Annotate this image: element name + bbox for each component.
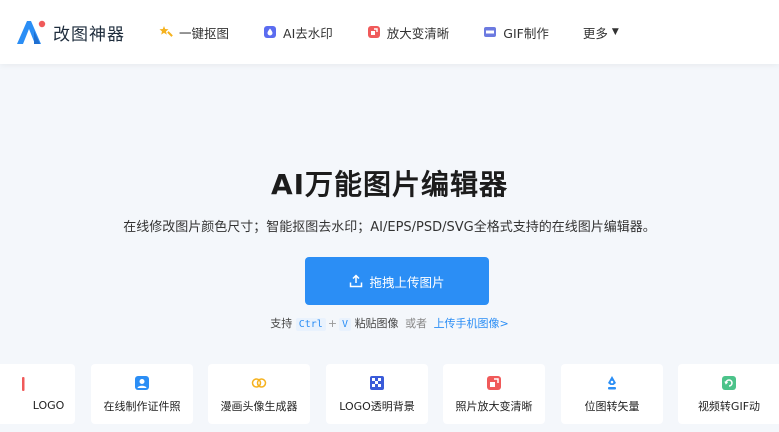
- caret-down-icon: ▼: [611, 27, 619, 37]
- id-photo-icon: [134, 375, 150, 391]
- hint-or: 或者: [405, 317, 428, 330]
- nav-item-label: 放大变清晰: [386, 25, 450, 41]
- paste-hint: 支持 Ctrl + V 粘贴图像 或者 上传手机图像>: [0, 315, 779, 331]
- tool-card-id-photo[interactable]: 在线制作证件照: [91, 364, 193, 424]
- hint-paste: 粘贴图像: [354, 317, 399, 330]
- cartoon-avatar-icon: [251, 375, 267, 391]
- nav-item-watermark[interactable]: AI去水印: [263, 23, 333, 42]
- nav-more-dropdown[interactable]: 更多 ▼: [583, 23, 619, 42]
- tool-card-video-gif[interactable]: 视频转GIF动: [678, 364, 779, 424]
- video-gif-icon: [721, 375, 737, 391]
- tool-card-label: 照片放大变清晰: [455, 399, 533, 413]
- upload-icon: [349, 274, 363, 288]
- tool-card-logo[interactable]: LOGO: [0, 364, 75, 424]
- upload-mobile-link[interactable]: 上传手机图像>: [434, 317, 509, 330]
- hint-plus: +: [327, 317, 338, 330]
- nav-item-label: AI去水印: [283, 25, 333, 41]
- enhance-icon: [367, 25, 381, 39]
- gif-icon: [483, 25, 497, 39]
- nav-item-label: GIF制作: [503, 25, 549, 41]
- hero-subtitle: 在线修改图片颜色尺寸；智能抠图去水印；AI/EPS/PSD/SVG全格式支持的在…: [123, 220, 656, 235]
- tool-card-label: 视频转GIF动: [697, 399, 761, 413]
- enhance-icon: [486, 375, 502, 391]
- upload-button-label: 拖拽上传图片: [369, 274, 445, 290]
- top-header: 改图神器 一键抠图 AI去水印 放大变清晰 GIF制作 更多 ▼: [0, 0, 779, 64]
- tool-cards: LOGO 在线制作证件照 漫画头像生成器 LOGO透明背景 照片放大变清晰 位图…: [0, 364, 779, 424]
- magic-wand-icon: [159, 25, 173, 39]
- hero-title: AI万能图片编辑器: [270, 168, 509, 201]
- transparent-bg-icon: [369, 375, 385, 391]
- nav-item-cutout[interactable]: 一键抠图: [159, 23, 229, 42]
- hint-prefix: 支持: [270, 317, 293, 330]
- tool-card-transparent-logo[interactable]: LOGO透明背景: [326, 364, 428, 424]
- logo-icon: [15, 376, 31, 392]
- tool-card-label: LOGO: [32, 399, 65, 412]
- tool-card-label: LOGO透明背景: [339, 399, 415, 413]
- brand-logo[interactable]: 改图神器: [15, 18, 125, 46]
- kbd-v: V: [339, 318, 352, 331]
- nav-item-label: 一键抠图: [179, 25, 230, 41]
- vector-pen-icon: [604, 375, 620, 391]
- tool-card-label: 漫画头像生成器: [220, 399, 298, 413]
- upload-image-button[interactable]: 拖拽上传图片: [305, 257, 489, 305]
- tool-card-label: 在线制作证件照: [103, 399, 181, 413]
- tool-card-label: 位图转矢量: [584, 399, 640, 413]
- brand-mark-icon: [15, 18, 47, 46]
- nav-item-enhance[interactable]: 放大变清晰: [367, 23, 450, 42]
- tool-card-cartoon-avatar[interactable]: 漫画头像生成器: [208, 364, 310, 424]
- kbd-ctrl: Ctrl: [295, 318, 326, 331]
- tool-card-photo-enhance[interactable]: 照片放大变清晰: [443, 364, 545, 424]
- watermark-icon: [263, 25, 277, 39]
- tool-card-vectorize[interactable]: 位图转矢量: [561, 364, 663, 424]
- main-nav: 一键抠图 AI去水印 放大变清晰 GIF制作 更多 ▼: [159, 23, 653, 42]
- brand-name: 改图神器: [53, 24, 125, 45]
- nav-item-gif[interactable]: GIF制作: [483, 23, 549, 42]
- nav-more-label: 更多: [582, 25, 608, 41]
